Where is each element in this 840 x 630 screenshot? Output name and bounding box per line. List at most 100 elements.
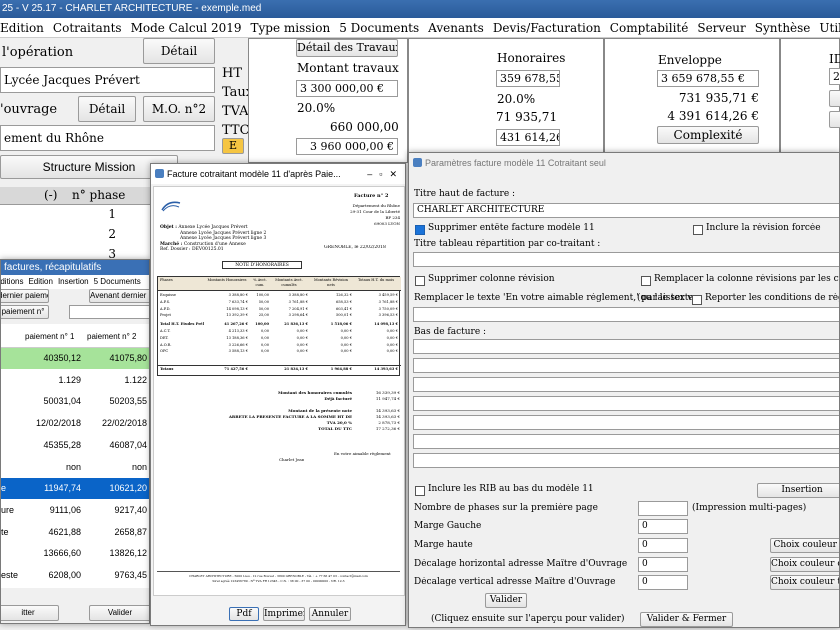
detail-travaux-button[interactable]: Détail des Travaux — [296, 39, 398, 57]
row-value-1: 11947,74 — [44, 483, 81, 494]
id-button-2[interactable] — [829, 111, 840, 128]
invoice-cell: 0,00 € — [296, 329, 308, 333]
bas-facture-line[interactable] — [413, 358, 839, 373]
annuler-button[interactable]: Annuler — [309, 607, 351, 621]
total-separator — [158, 365, 401, 366]
menu-item[interactable]: Synthèse — [755, 21, 811, 35]
bas-facture-label: Bas de facture : — [414, 327, 487, 337]
supprimer-entete-checkbox[interactable] — [415, 225, 425, 235]
table-row[interactable]: te 4621,88 2658,87 — [1, 522, 149, 543]
menu-item[interactable]: Cotraitants — [53, 21, 122, 35]
table-row[interactable]: e 11947,74 10621,20 — [1, 478, 149, 500]
params-valider-button[interactable]: Valider — [485, 593, 527, 608]
menu-item[interactable]: Avenants — [428, 21, 484, 35]
menu-item[interactable]: Devis/Facturation — [493, 21, 601, 35]
table-row[interactable]: 50031,04 50203,55 — [1, 391, 149, 412]
phase-row[interactable]: 1 — [0, 207, 116, 221]
summary-value: 11 947,74 € — [375, 396, 400, 401]
menu-item[interactable]: Utilitaires — [819, 21, 840, 35]
ouvrage-detail-button[interactable]: Détail — [78, 96, 136, 122]
montant-travaux-field[interactable]: 3 300 000,00 € — [296, 80, 398, 97]
operation-detail-button[interactable]: Détail — [143, 38, 215, 64]
revision-forcee-checkbox[interactable] — [693, 225, 703, 235]
paiement-no-field[interactable] — [69, 305, 149, 319]
enveloppe-ht-field[interactable]: 3 659 678,55 € — [657, 70, 759, 87]
table-row[interactable]: non non — [1, 457, 149, 478]
decal-v-input[interactable]: 0 — [638, 575, 688, 590]
titre-haut-input[interactable]: CHARLET ARCHITECTURE — [413, 203, 839, 218]
invoice-cell: 21 836,13 € — [284, 322, 308, 327]
insertion-button[interactable]: Insertion — [757, 483, 839, 498]
valider-fermer-button[interactable]: Valider & Fermer — [640, 612, 733, 627]
invoice-cell: 3 459,59 € — [378, 293, 398, 297]
menu-item[interactable]: Mode Calcul 2019 — [131, 21, 242, 35]
window-controls[interactable]: –▫✕ — [329, 166, 404, 182]
id-button-1[interactable] — [829, 90, 840, 107]
invoice-cell: 50,00 — [258, 306, 269, 311]
factures-menu-item[interactable]: Editions — [1, 277, 23, 286]
rib-checkbox[interactable] — [415, 486, 425, 496]
operation-name-field[interactable]: Lycée Jacques Prévert — [0, 67, 215, 93]
phase-row[interactable]: 2 — [0, 227, 116, 241]
bas-facture-line[interactable] — [413, 434, 839, 449]
table-row[interactable]: 12/02/2018 22/02/2018 — [1, 413, 149, 434]
bas-facture-line[interactable] — [413, 339, 839, 354]
titre-tableau-input[interactable] — [413, 252, 839, 267]
remplacer-colonne-checkbox[interactable] — [641, 276, 651, 286]
bas-facture-line[interactable] — [413, 453, 839, 468]
couleur-cadre-button[interactable]: Choix couleur cad — [770, 557, 839, 572]
factures-valider-button[interactable]: Valider — [89, 605, 149, 621]
invoice-col-header: Phases — [160, 278, 173, 282]
bas-facture-line[interactable] — [413, 415, 839, 430]
taux-value: 20.0% — [297, 101, 336, 115]
honoraires-ht-field[interactable]: 359 678,55 € — [496, 70, 560, 87]
honoraires-label: Honoraires — [497, 51, 566, 65]
couleur-texte-button[interactable]: Choix couleur text — [770, 575, 839, 590]
menu-item[interactable]: Type mission — [251, 21, 331, 35]
couleur-fond-button[interactable]: Choix couleur fo — [770, 538, 839, 553]
supprimer-revision-checkbox[interactable] — [415, 276, 425, 286]
paiement-no-button[interactable]: paiement n° — [1, 305, 49, 319]
quitter-button[interactable]: itter — [1, 605, 59, 621]
e-button[interactable]: E — [222, 138, 244, 154]
complexite-button[interactable]: Complexité — [657, 126, 759, 144]
avenant-button[interactable]: Avenant dernier pa — [89, 289, 149, 303]
table-row[interactable]: este 6208,00 9763,45 — [1, 565, 149, 586]
menu-item[interactable]: Edition — [0, 21, 44, 35]
phase-header-right: n° phase — [72, 188, 126, 202]
pdf-button[interactable]: Pdf — [229, 607, 259, 621]
params-window: Paramètres facture modèle 11 Cotraitant … — [408, 152, 840, 628]
menu-item[interactable]: 5 Documents — [339, 21, 419, 35]
factures-menu-item[interactable]: Insertion — [58, 277, 89, 286]
table-row[interactable]: ure 9111,06 9217,40 — [1, 500, 149, 521]
bas-facture-line[interactable] — [413, 396, 839, 411]
invoice-table-body: Esquisse 3 388,80 € 100,00 3 388,80 € 126,32… — [158, 293, 401, 377]
col-paiement-1: paiement n° 1 — [25, 332, 75, 341]
imprimer-button[interactable]: Imprimer — [263, 607, 305, 621]
table-row[interactable]: 1.129 1.122 — [1, 370, 149, 391]
honoraires-ttc-field[interactable]: 431 614,26 € — [496, 129, 560, 146]
menu-item[interactable]: Comptabilité — [610, 21, 689, 35]
table-row[interactable]: 13666,60 13826,12 — [1, 543, 149, 564]
maitre-ouvrage-field[interactable]: ement du Rhône — [0, 125, 215, 151]
phase-rows: 1 2 3 — [0, 205, 150, 261]
table-row[interactable]: 40350,12 41075,80 — [1, 348, 149, 369]
reporter-checkbox[interactable] — [692, 295, 702, 305]
marge-haute-input[interactable]: 0 — [638, 538, 688, 553]
remplacer-texte-input[interactable] — [413, 307, 839, 322]
id-field[interactable]: 27 — [829, 68, 840, 85]
ref-label: Ref. Dossier : — [160, 247, 191, 252]
dernier-paiement-button[interactable]: dernier paiement — [1, 289, 49, 303]
menu-item[interactable]: Serveur — [697, 21, 745, 35]
invoice-cell: 13 188,36 € — [226, 335, 248, 340]
row-value-1: 13666,60 — [43, 548, 81, 559]
table-row[interactable]: 45355,28 46087,04 — [1, 435, 149, 456]
marge-gauche-input[interactable]: 0 — [638, 519, 688, 534]
summary-label: Déjà facturé — [324, 396, 352, 401]
nb-phases-input[interactable] — [638, 501, 688, 516]
decal-h-input[interactable]: 0 — [638, 557, 688, 572]
factures-menu-item[interactable]: Edition — [28, 277, 52, 286]
factures-menu-item[interactable]: 5 Documents — [94, 277, 141, 286]
bas-facture-line[interactable] — [413, 377, 839, 392]
mo2-button[interactable]: M.O. n°2 — [143, 96, 215, 122]
